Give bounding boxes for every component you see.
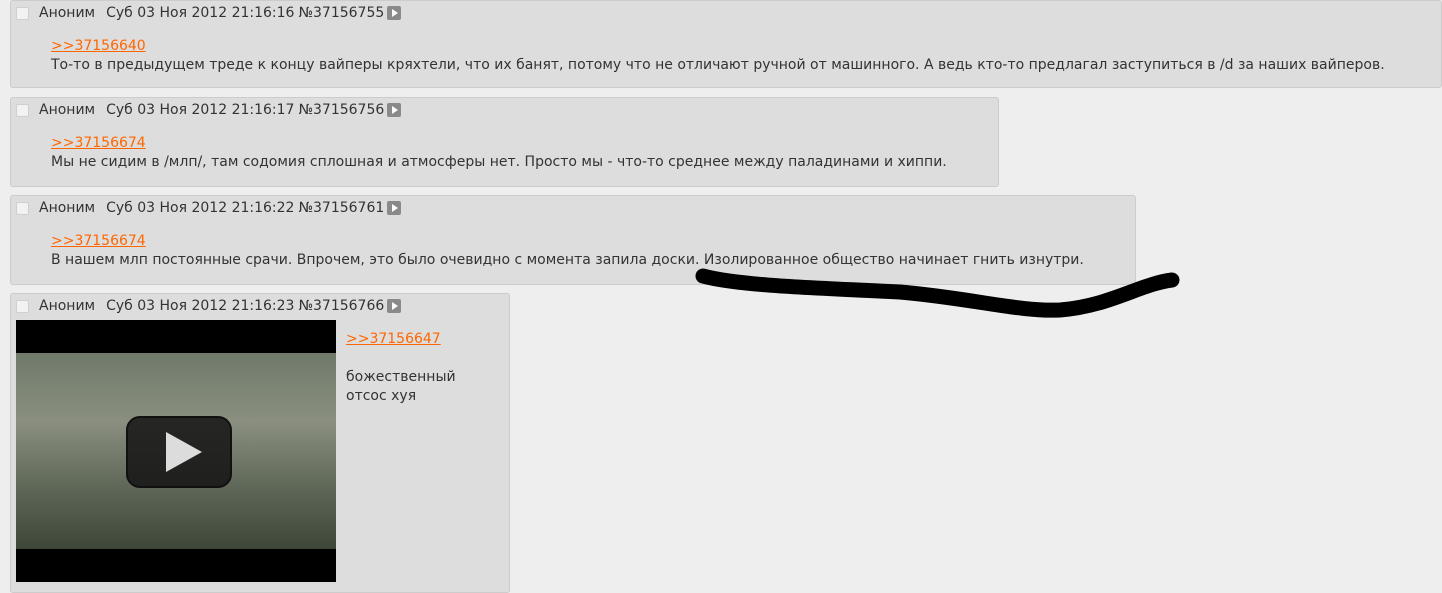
post-message-line1: божественный [346,369,456,385]
expand-icon[interactable] [387,201,402,215]
post-message: Мы не сидим в /млп/, там содомия сплошна… [51,154,947,170]
post-37156761: Аноним Суб 03 Ноя 2012 21:16:22 №3715676… [10,195,1136,285]
post-number[interactable]: №37156766 [298,297,384,315]
post-date: Суб 03 Ноя 2012 21:16:22 [106,200,295,216]
post-date: Суб 03 Ноя 2012 21:16:23 [106,298,295,314]
post-select-checkbox[interactable] [16,103,29,117]
post-number[interactable]: №37156761 [298,199,384,217]
post-author: Аноним [39,102,96,118]
post-message: В нашем млп постоянные срачи. Впрочем, э… [51,252,1084,268]
reply-link[interactable]: >>37156640 [51,38,146,54]
post-author: Аноним [39,5,96,21]
post-message-line2: отсос хуя [346,388,417,404]
post-header: Аноним Суб 03 Ноя 2012 21:16:22 №3715676… [15,199,402,217]
post-37156766: Аноним Суб 03 Ноя 2012 21:16:23 №3715676… [10,293,510,593]
post-select-checkbox[interactable] [16,201,29,215]
post-number[interactable]: №37156755 [298,4,384,22]
reply-link[interactable]: >>37156674 [51,233,146,249]
post-date: Суб 03 Ноя 2012 21:16:17 [106,102,295,118]
post-37156756: Аноним Суб 03 Ноя 2012 21:16:17 №3715675… [10,97,999,187]
post-37156755: Аноним Суб 03 Ноя 2012 21:16:16 №3715675… [10,0,1442,88]
post-header: Аноним Суб 03 Ноя 2012 21:16:17 №3715675… [15,101,402,119]
post-header: Аноним Суб 03 Ноя 2012 21:16:23 №3715676… [15,297,402,315]
post-author: Аноним [39,298,96,314]
post-header: Аноним Суб 03 Ноя 2012 21:16:16 №3715675… [15,4,402,22]
reply-link[interactable]: >>37156647 [346,331,441,347]
expand-icon[interactable] [387,299,402,313]
post-author: Аноним [39,200,96,216]
post-select-checkbox[interactable] [16,6,29,20]
post-date: Суб 03 Ноя 2012 21:16:16 [106,5,295,21]
video-thumbnail[interactable] [16,320,336,582]
post-number[interactable]: №37156756 [298,101,384,119]
expand-icon[interactable] [387,103,402,117]
expand-icon[interactable] [387,6,402,20]
reply-link[interactable]: >>37156674 [51,135,146,151]
post-message: То-то в предыдущем треде к концу вайперы… [51,57,1385,73]
post-select-checkbox[interactable] [16,299,29,313]
play-button-icon[interactable] [126,416,232,488]
